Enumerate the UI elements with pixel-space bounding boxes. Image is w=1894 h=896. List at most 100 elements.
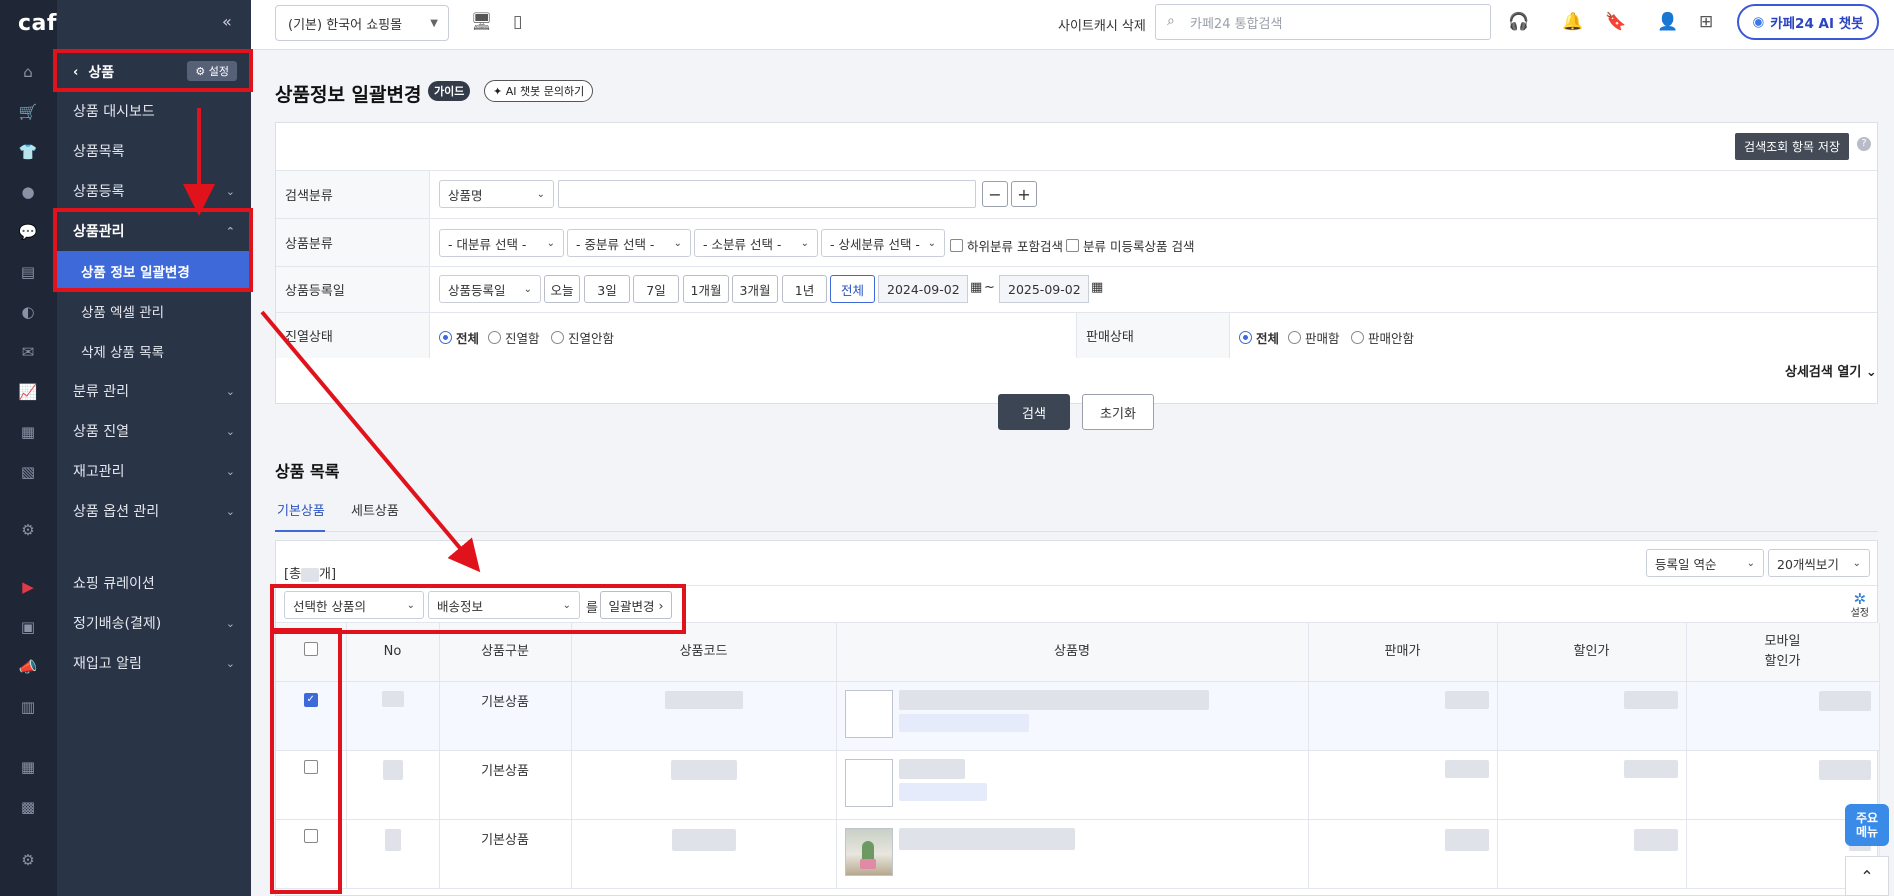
sidebar-item-deleted[interactable]: 삭제 상품 목록: [57, 331, 251, 371]
calendar-icon[interactable]: ▦: [970, 280, 982, 295]
store-icon[interactable]: ▥: [18, 697, 38, 717]
scroll-top-button[interactable]: ⌃: [1845, 856, 1889, 896]
period-3d-button[interactable]: 3일: [584, 275, 630, 303]
sidebar-item-curation[interactable]: 쇼핑 큐레이션: [57, 563, 251, 603]
save-query-button[interactable]: 검색조회 항목 저장: [1735, 133, 1849, 160]
ai-chatbot-button[interactable]: ◉ 카페24 AI 챗봇: [1737, 4, 1879, 40]
mid-category-select[interactable]: - 중분류 선택 - ⌄: [567, 229, 691, 257]
bookmark-icon[interactable]: 🔖: [1605, 12, 1626, 32]
folder-icon[interactable]: ▩: [18, 797, 38, 817]
display-off-radio[interactable]: 진열안함: [551, 328, 614, 347]
shop-select[interactable]: (기본) 한국어 쇼핑몰 ▼: [275, 5, 449, 41]
help-icon[interactable]: ?: [1857, 137, 1871, 151]
large-category-select[interactable]: - 대분류 선택 - ⌄: [439, 229, 564, 257]
detail-category-select[interactable]: - 상세분류 선택 - ⌄: [821, 229, 945, 257]
tab-set-product[interactable]: 세트상품: [351, 500, 399, 519]
account-icon[interactable]: 👤: [1657, 12, 1678, 32]
search-category-select[interactable]: 상품명 ⌄: [439, 180, 554, 208]
apps-grid-icon[interactable]: ⊞: [1699, 12, 1713, 32]
guide-badge[interactable]: 가이드: [428, 81, 471, 101]
mail-icon[interactable]: ✉: [18, 342, 38, 362]
palette-icon[interactable]: ◐: [18, 302, 38, 322]
date-to-input[interactable]: 2025-09-02: [999, 275, 1089, 303]
advanced-search-toggle[interactable]: 상세검색 열기 ⌄: [1785, 361, 1877, 380]
gear-icon[interactable]: ⚙: [18, 850, 38, 870]
sidebar-item-excel[interactable]: 상품 엑셀 관리: [57, 291, 251, 331]
youtube-icon[interactable]: ▶: [18, 577, 38, 597]
sidebar-item-product-list[interactable]: 상품목록: [57, 131, 251, 171]
plus-button[interactable]: +: [1011, 181, 1037, 207]
headset-icon[interactable]: 🎧: [1508, 12, 1529, 32]
sidebar-item-subscription[interactable]: 정기배송(결제) ⌄: [57, 603, 251, 643]
col-product-name: 상품명: [836, 623, 1309, 682]
bell-icon[interactable]: 🔔: [1562, 12, 1583, 32]
chevron-down-icon: ▼: [430, 17, 438, 29]
period-1y-button[interactable]: 1년: [782, 275, 827, 303]
page-size-select[interactable]: 20개씩보기 ⌄: [1768, 549, 1870, 577]
cache-delete-link[interactable]: 사이트캐시 삭제: [1058, 15, 1146, 34]
chevron-down-icon: ⌄: [536, 188, 545, 200]
chevron-down-icon: ⌄: [523, 283, 532, 295]
period-1m-button[interactable]: 1개월: [683, 275, 729, 303]
sidebar-item-product-register[interactable]: 상품등록 ⌄: [57, 171, 251, 211]
period-all-button[interactable]: 전체: [830, 275, 875, 303]
sidebar-item-product-dashboard[interactable]: 상품 대시보드: [57, 91, 251, 131]
global-search-input[interactable]: ⌕ 카페24 통합검색: [1155, 4, 1491, 40]
quick-menu-button[interactable]: 주요 메뉴: [1845, 804, 1889, 846]
sidebar-item-display[interactable]: 상품 진열 ⌄: [57, 411, 251, 451]
unclassified-checkbox[interactable]: 분류 미등록상품 검색: [1066, 236, 1194, 255]
user-icon[interactable]: ●: [18, 182, 38, 202]
search-button[interactable]: 검색: [998, 394, 1070, 430]
date-type-select[interactable]: 상품등록일 ⌄: [439, 275, 541, 303]
ai-ask-button[interactable]: ✦ AI 챗봇 문의하기: [484, 80, 594, 102]
mobile-icon[interactable]: ▯: [513, 12, 522, 32]
product-thumbnail[interactable]: [844, 827, 893, 876]
calendar-icon[interactable]: ▦: [1091, 280, 1103, 295]
display-all-radio[interactable]: 전체: [439, 328, 479, 347]
col-discount-price: 할인가: [1497, 623, 1687, 682]
sidebar-item-options[interactable]: 상품 옵션 관리 ⌄: [57, 491, 251, 531]
tab-basic-product[interactable]: 기본상품: [277, 500, 325, 519]
product-thumbnail[interactable]: [844, 758, 893, 807]
display-on-radio[interactable]: 진열함: [488, 328, 540, 347]
chat-icon[interactable]: 💬: [18, 222, 38, 242]
register-date-label: 상품등록일: [276, 267, 430, 312]
sidebar-item-restock[interactable]: 재입고 알림 ⌄: [57, 643, 251, 683]
sidebar-item-inventory[interactable]: 재고관리 ⌄: [57, 451, 251, 491]
cart-icon[interactable]: 🛒: [18, 102, 38, 122]
product-thumbnail[interactable]: [844, 689, 893, 738]
include-sub-checkbox[interactable]: 하위분류 포함검색: [950, 236, 1063, 255]
period-today-button[interactable]: 오늘: [544, 275, 580, 303]
app-settings-icon[interactable]: ⚙: [18, 520, 38, 540]
home-icon[interactable]: ⌂: [18, 62, 38, 82]
table-row[interactable]: 기본상품: [276, 750, 1880, 820]
report-icon[interactable]: ▦: [18, 422, 38, 442]
table-row[interactable]: 기본상품: [276, 819, 1880, 889]
chart-icon[interactable]: 📈: [18, 382, 38, 402]
search-keyword-input[interactable]: [558, 180, 976, 208]
period-7d-button[interactable]: 7일: [633, 275, 679, 303]
date-from-input[interactable]: 2024-09-02: [878, 275, 968, 303]
chevron-down-icon: ⌄: [225, 384, 235, 398]
active-tab-indicator: [275, 530, 325, 532]
column-settings-button[interactable]: ✲ 설정: [1851, 590, 1869, 620]
table-row[interactable]: ✓ 기본상품: [276, 681, 1880, 751]
document-icon[interactable]: ▧: [18, 462, 38, 482]
sale-off-radio[interactable]: 판매안함: [1351, 328, 1414, 347]
sidebar-item-category[interactable]: 분류 관리 ⌄: [57, 371, 251, 411]
board-icon[interactable]: ▤: [18, 262, 38, 282]
sale-all-radio[interactable]: 전체: [1239, 328, 1279, 347]
period-3m-button[interactable]: 3개월: [732, 275, 778, 303]
briefcase-icon[interactable]: ▣: [18, 617, 38, 637]
chevron-down-icon: ⌄: [927, 237, 936, 249]
sort-select[interactable]: 등록일 역순 ⌄: [1646, 549, 1764, 577]
apps-add-icon[interactable]: ▦: [18, 757, 38, 777]
sale-on-radio[interactable]: 판매함: [1288, 328, 1340, 347]
collapse-sidebar-icon[interactable]: «: [222, 12, 232, 31]
megaphone-icon[interactable]: 📣: [18, 657, 38, 677]
minus-button[interactable]: −: [982, 181, 1008, 207]
reset-button[interactable]: 초기화: [1082, 394, 1154, 430]
small-category-select[interactable]: - 소분류 선택 - ⌄: [694, 229, 818, 257]
shirt-icon[interactable]: 👕: [18, 142, 38, 162]
desktop-icon[interactable]: 🖥: [471, 12, 493, 32]
